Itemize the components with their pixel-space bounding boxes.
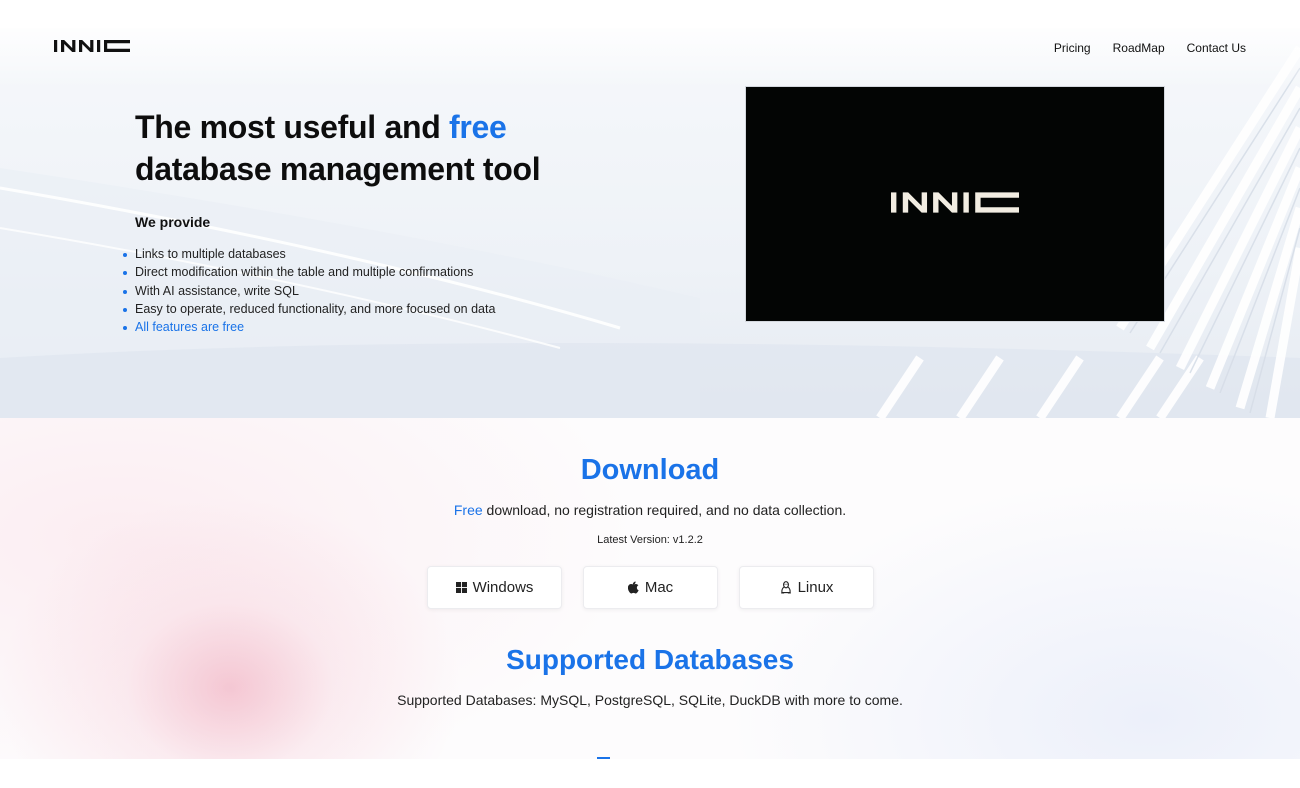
feature-item: With AI assistance, write SQL <box>123 282 695 300</box>
download-subtitle-rest: download, no registration required, and … <box>482 502 847 518</box>
nav-pricing-link[interactable]: Pricing <box>1054 41 1091 55</box>
linux-button-label: Linux <box>797 579 834 596</box>
download-linux-button[interactable]: Linux <box>739 566 874 609</box>
feature-item-highlight: All features are free <box>123 318 695 336</box>
feature-item: Links to multiple databases <box>123 245 695 263</box>
intro-video-player[interactable] <box>745 86 1165 322</box>
windows-icon <box>455 582 467 593</box>
nav-contact-link[interactable]: Contact Us <box>1187 41 1246 55</box>
download-subtitle: Free download, no registration required,… <box>0 502 1300 518</box>
hero-text-block: The most useful and free database manage… <box>123 106 695 336</box>
headline-part-2: database management tool <box>135 151 541 187</box>
supported-databases-title: Supported Databases <box>506 644 794 675</box>
linux-icon <box>780 581 791 594</box>
download-windows-button[interactable]: Windows <box>427 566 562 609</box>
download-title: Download <box>580 454 720 486</box>
latest-version-text: Latest Version: v1.2.2 <box>597 534 703 546</box>
feature-item: Easy to operate, reduced functionality, … <box>123 300 695 318</box>
download-mac-button[interactable]: Mac <box>583 566 718 609</box>
feature-item: Direct modification within the table and… <box>123 263 695 281</box>
top-navigation-bar: Pricing RoadMap Contact Us <box>0 28 1300 68</box>
mac-button-label: Mac <box>644 579 674 596</box>
headline-accent-free: free <box>449 109 507 145</box>
we-provide-label: We provide <box>135 214 211 230</box>
section-indicator <box>597 757 610 759</box>
logo[interactable] <box>54 40 130 52</box>
hero-section: Pricing RoadMap Contact Us The most usef… <box>0 28 1300 418</box>
apple-icon <box>627 581 639 594</box>
headline-part-1: The most useful and <box>135 109 450 145</box>
download-buttons: Windows Mac Linux <box>427 566 874 609</box>
nav-roadmap-link[interactable]: RoadMap <box>1113 41 1165 55</box>
hero-headline: The most useful and free database manage… <box>135 106 695 190</box>
feature-list: Links to multiple databases Direct modif… <box>123 245 695 336</box>
supported-databases-text: Supported Databases: MySQL, PostgreSQL, … <box>397 692 903 708</box>
download-section: Download Free download, no registration … <box>0 418 1300 759</box>
page: Pricing RoadMap Contact Us The most usef… <box>0 28 1300 759</box>
windows-button-label: Windows <box>472 579 534 596</box>
download-subtitle-accent: Free <box>453 502 483 518</box>
main-nav: Pricing RoadMap Contact Us <box>1054 41 1246 55</box>
innic-logo-mark <box>54 40 130 52</box>
video-innic-logo <box>891 192 1019 213</box>
